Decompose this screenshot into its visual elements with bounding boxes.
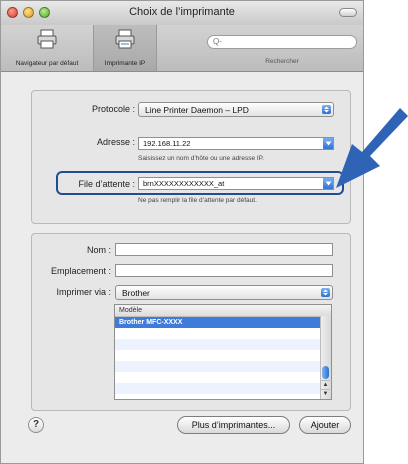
queue-hint: Ne pas remplir la file d’attente par déf…: [138, 197, 257, 204]
list-item[interactable]: [115, 383, 331, 394]
network-printer-icon: [115, 29, 135, 49]
list-item[interactable]: [115, 339, 331, 350]
protocol-select[interactable]: Line Printer Daemon – LPD: [138, 102, 334, 117]
list-item[interactable]: [115, 350, 331, 361]
model-list[interactable]: Modèle Brother MFC-XXXX ▲ ▼: [114, 304, 332, 400]
printer-browser-window: Choix de l’imprimante Navigateur par déf…: [0, 0, 364, 464]
list-item[interactable]: [115, 361, 331, 372]
address-hint: Saisissez un nom d’hôte ou une adresse I…: [138, 155, 264, 162]
toolbar: Navigateur par défaut Imprimante IP Q- R…: [1, 25, 363, 72]
help-button[interactable]: ?: [28, 417, 44, 433]
protocol-value: Line Printer Daemon – LPD: [145, 105, 249, 115]
search-icon: Q-: [213, 37, 222, 46]
queue-field[interactable]: brnXXXXXXXXXXXX_at: [138, 177, 334, 190]
window-title: Choix de l’imprimante: [129, 6, 235, 18]
search-input[interactable]: Q-: [207, 35, 357, 49]
more-printers-button[interactable]: Plus d’imprimantes...: [177, 416, 290, 434]
popup-arrows-icon: [321, 288, 330, 297]
address-label: Adresse :: [96, 137, 135, 147]
location-field[interactable]: [115, 264, 333, 277]
name-label: Nom :: [86, 245, 111, 255]
name-field[interactable]: [115, 243, 333, 256]
scroll-thumb[interactable]: [322, 366, 329, 379]
list-item[interactable]: Brother MFC-XXXX: [115, 317, 331, 328]
address-field[interactable]: 192.168.11.22: [138, 137, 334, 150]
print-via-select[interactable]: Brother: [115, 285, 333, 300]
default-browser-button[interactable]: Navigateur par défaut: [1, 25, 93, 71]
search-label: Rechercher: [265, 58, 299, 65]
printer-icon: [37, 29, 57, 49]
add-button[interactable]: Ajouter: [299, 416, 351, 434]
list-item[interactable]: [115, 372, 331, 383]
titlebar: Choix de l’imprimante: [1, 1, 363, 26]
print-via-value: Brother: [122, 288, 150, 298]
queue-label: File d’attente :: [78, 179, 135, 189]
ip-printer-label: Imprimante IP: [104, 60, 146, 67]
protocol-label: Protocole :: [91, 104, 135, 114]
print-via-label: Imprimer via :: [56, 287, 111, 297]
default-browser-label: Navigateur par défaut: [15, 60, 79, 67]
model-column-header[interactable]: Modèle: [115, 305, 331, 317]
queue-value: brnXXXXXXXXXXXX_at: [143, 179, 225, 188]
address-value: 192.168.11.22: [143, 139, 191, 148]
scroll-down-arrow-icon[interactable]: ▼: [321, 389, 330, 399]
pointer-arrow-icon: [336, 108, 408, 188]
location-label: Emplacement :: [50, 266, 111, 276]
toolbar-toggle-button[interactable]: [339, 8, 357, 17]
model-list-scrollbar[interactable]: ▲ ▼: [320, 316, 331, 399]
ip-printer-tab[interactable]: Imprimante IP: [93, 25, 157, 71]
list-item[interactable]: [115, 328, 331, 339]
